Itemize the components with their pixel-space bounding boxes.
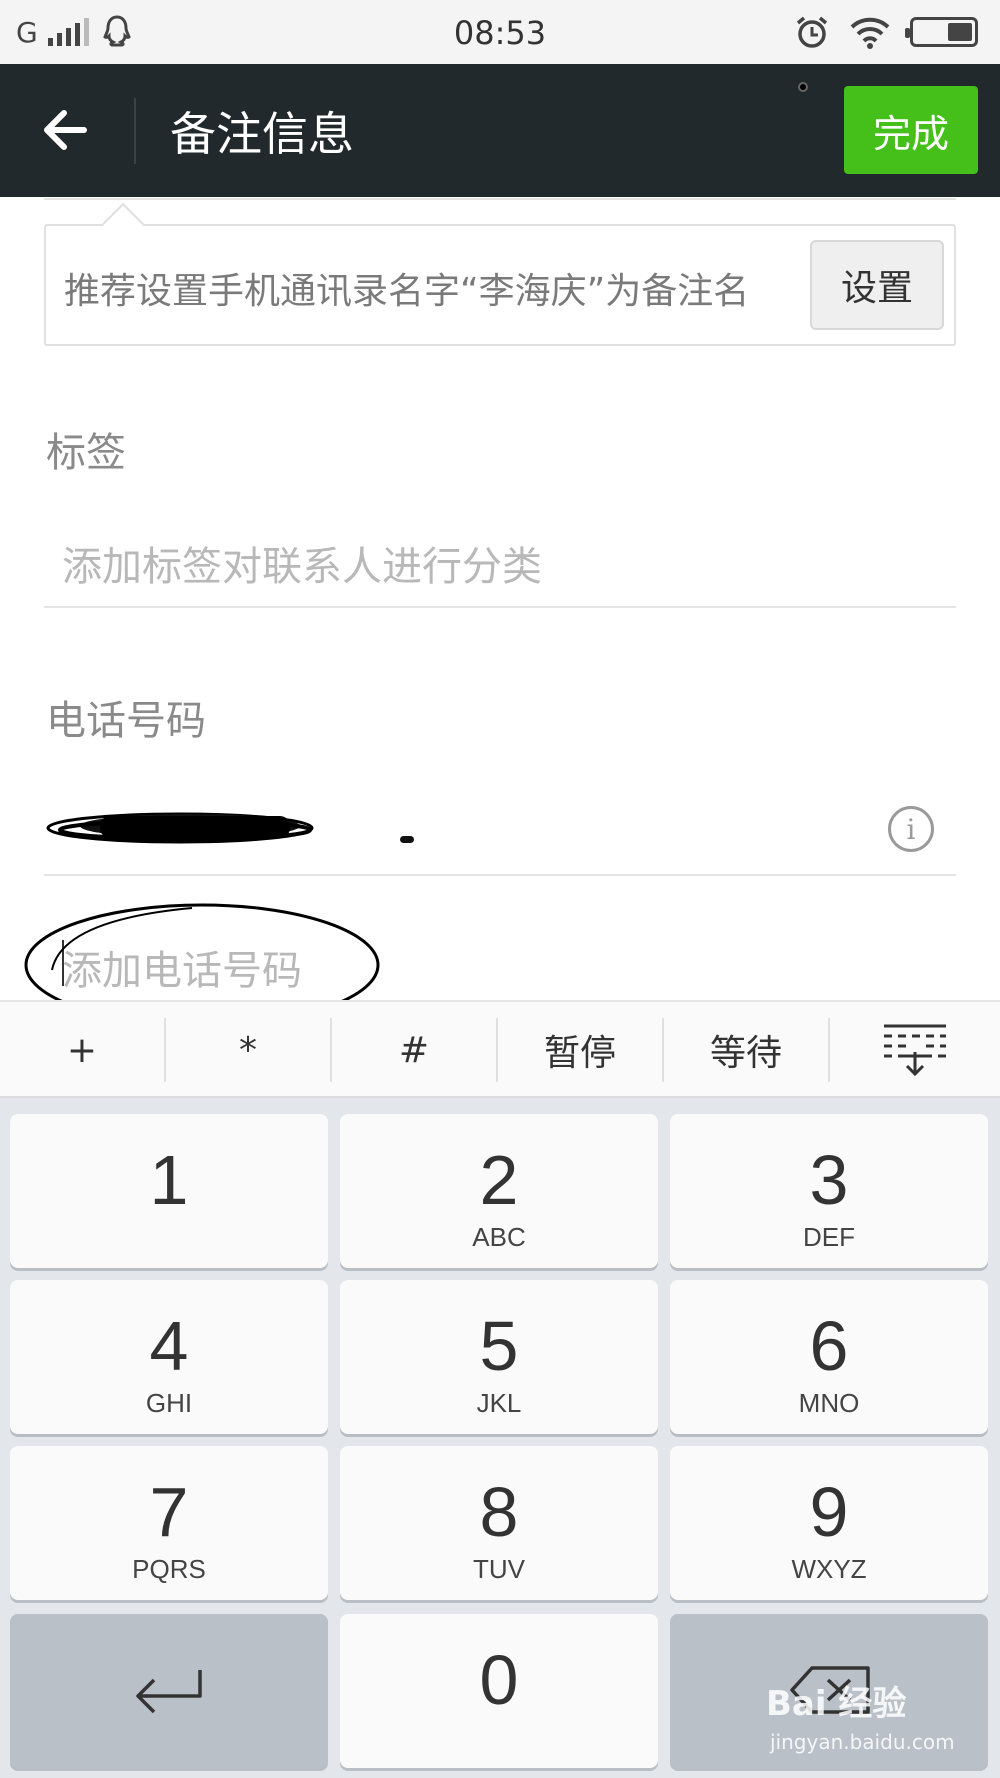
battery-icon xyxy=(905,17,978,47)
key-7[interactable]: 7 PQRS xyxy=(10,1446,328,1600)
phone-label: 电话号码 xyxy=(46,698,206,744)
suggestion-box: 推荐设置手机通讯录名字“李海庆”为备注名 设置 xyxy=(44,224,956,346)
page-title: 备注信息 xyxy=(170,107,354,161)
alarm-icon xyxy=(796,16,828,48)
camera-dot xyxy=(798,82,808,92)
key-digit: 6 xyxy=(809,1307,849,1385)
enter-icon xyxy=(136,1670,202,1714)
hide-keyboard-icon xyxy=(884,1024,946,1077)
key-0[interactable]: 0 xyxy=(340,1614,658,1768)
key-letters: MNO xyxy=(798,1388,860,1418)
key-6[interactable]: 6 MNO xyxy=(670,1280,988,1434)
remark-field-underline xyxy=(44,198,956,200)
key-digit: 2 xyxy=(479,1141,519,1219)
done-button[interactable]: 完成 xyxy=(844,86,978,174)
key-digit: 3 xyxy=(809,1141,849,1219)
status-bar: G 08:53 xyxy=(0,0,1000,64)
key-letters: JKL xyxy=(476,1388,522,1418)
wait-key[interactable]: 等待 xyxy=(664,1002,828,1098)
tags-input[interactable]: 添加标签对联系人进行分类 xyxy=(62,534,542,592)
key-letters: TUV xyxy=(473,1554,525,1584)
key-1[interactable]: 1 xyxy=(10,1114,328,1268)
symbol-bar: + * # 暂停 等待 xyxy=(0,1000,1000,1098)
key-digit: 5 xyxy=(479,1307,519,1385)
key-3[interactable]: 3 DEF xyxy=(670,1114,988,1268)
key-8[interactable]: 8 TUV xyxy=(340,1446,658,1600)
suggestion-text: 推荐设置手机通讯录名字“李海庆”为备注名 xyxy=(64,271,750,312)
key-digit: 9 xyxy=(809,1473,849,1551)
key-5[interactable]: 5 JKL xyxy=(340,1280,658,1434)
title-bar: 备注信息 完成 xyxy=(0,64,1000,197)
baidu-watermark-url: jingyan.baidu.com xyxy=(770,1730,955,1754)
key-letters: DEF xyxy=(803,1222,855,1252)
key-digit: 0 xyxy=(479,1641,519,1719)
status-right xyxy=(794,14,978,50)
wifi-icon xyxy=(850,17,890,49)
key-2[interactable]: 2 ABC xyxy=(340,1114,658,1268)
tags-underline xyxy=(44,606,956,608)
tags-label: 标签 xyxy=(46,430,126,476)
phone-underline xyxy=(44,874,956,876)
key-digit: 1 xyxy=(149,1141,189,1219)
star-key[interactable]: * xyxy=(166,1002,330,1098)
pause-key[interactable]: 暂停 xyxy=(498,1002,662,1098)
stray-mark xyxy=(400,836,414,843)
key-letters: WXYZ xyxy=(791,1554,867,1584)
key-letters: ABC xyxy=(472,1222,526,1252)
key-letters: GHI xyxy=(145,1388,193,1418)
hide-keyboard-button[interactable] xyxy=(830,1002,1000,1098)
hash-key[interactable]: # xyxy=(332,1002,496,1098)
key-digit: 4 xyxy=(149,1307,189,1385)
enter-key[interactable] xyxy=(10,1614,328,1768)
key-4[interactable]: 4 GHI xyxy=(10,1280,328,1434)
title-divider xyxy=(134,98,136,164)
set-remark-button[interactable]: 设置 xyxy=(810,240,944,330)
key-digit: 7 xyxy=(149,1473,189,1551)
baidu-watermark: Bai 经验 xyxy=(766,1684,907,1724)
key-letters: PQRS xyxy=(132,1554,206,1584)
plus-key[interactable]: + xyxy=(0,1002,164,1098)
key-9[interactable]: 9 WXYZ xyxy=(670,1446,988,1600)
info-icon[interactable]: i xyxy=(888,806,934,852)
redacted-scribble xyxy=(46,812,314,844)
back-arrow-icon[interactable] xyxy=(36,100,96,160)
key-digit: 8 xyxy=(479,1473,519,1551)
